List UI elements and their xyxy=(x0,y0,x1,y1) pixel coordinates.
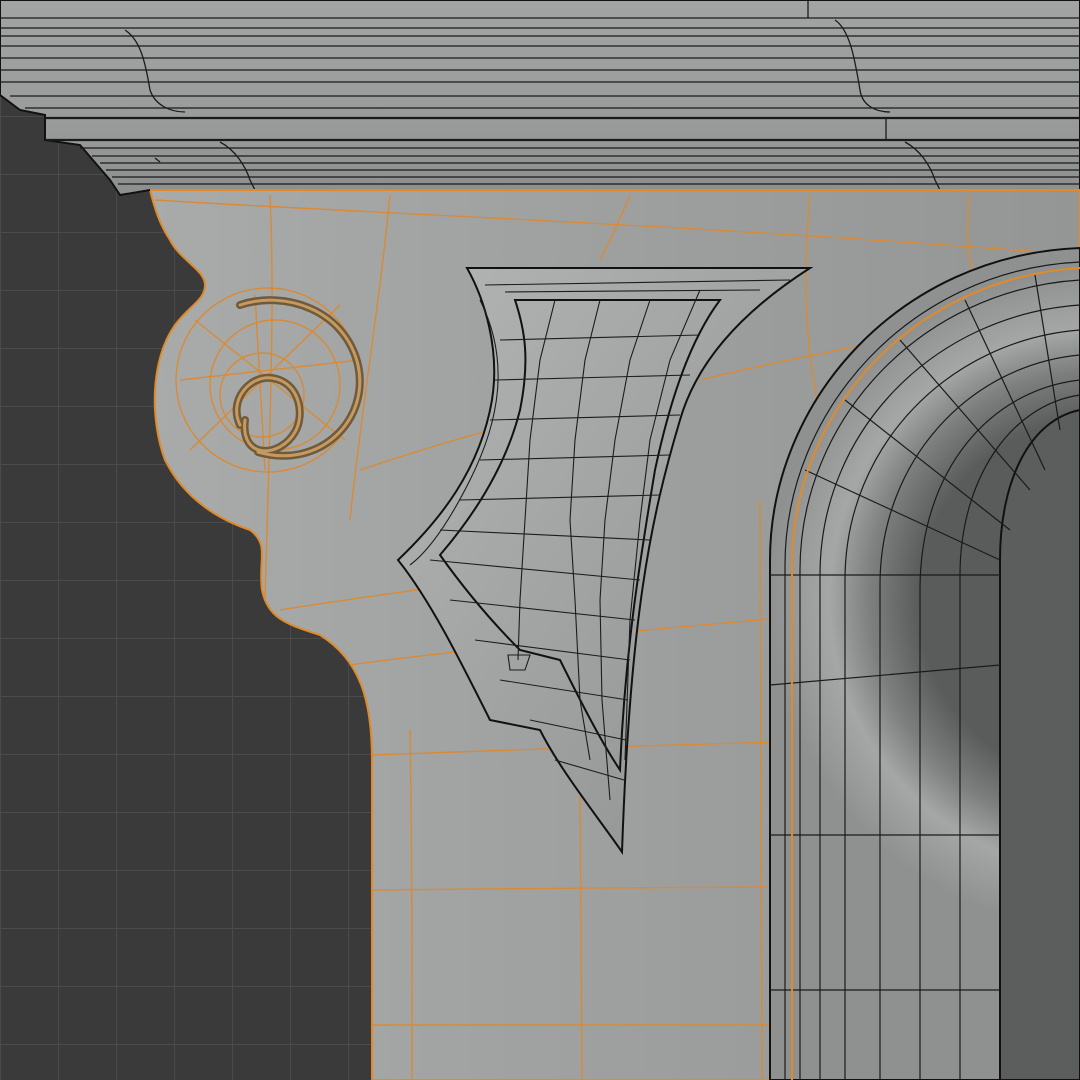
3d-viewport[interactable] xyxy=(0,0,1080,1080)
cornice-molding[interactable] xyxy=(0,0,1080,197)
